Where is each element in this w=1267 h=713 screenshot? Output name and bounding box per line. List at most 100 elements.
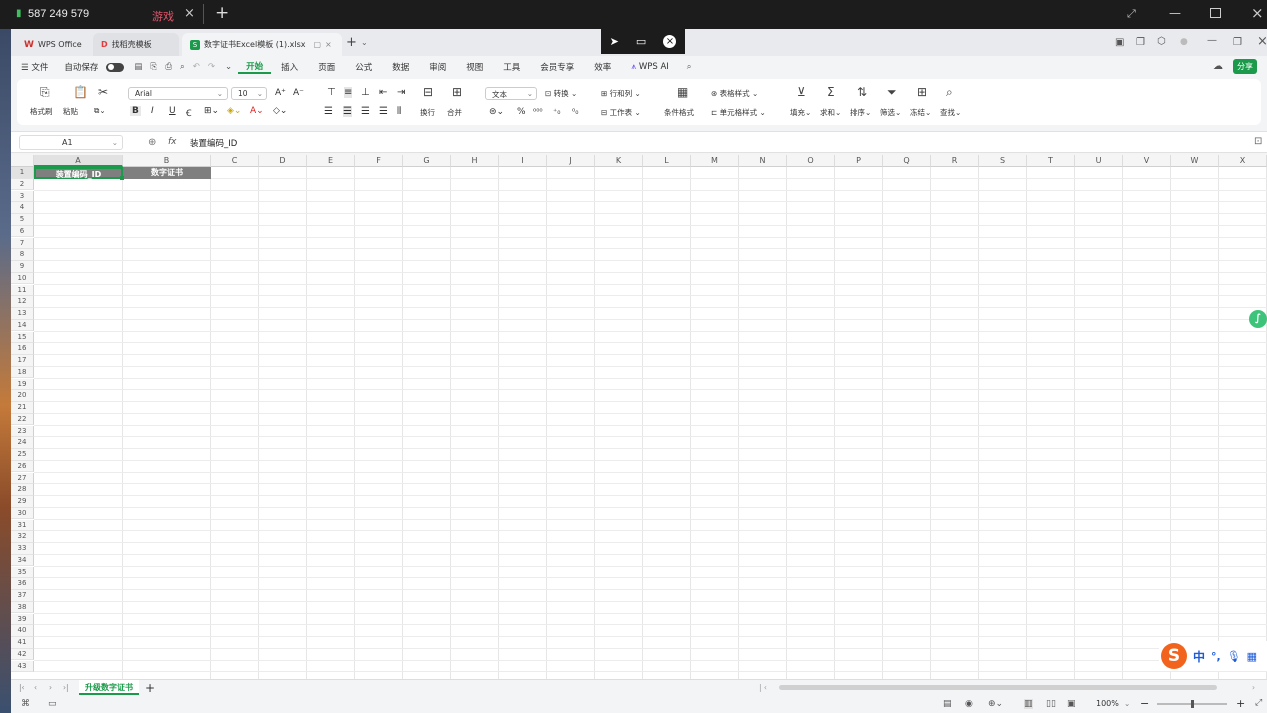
keyboard-icon[interactable]: ▦	[1247, 650, 1257, 663]
menu-start[interactable]: 开始	[238, 60, 272, 74]
italic-icon[interactable]: I	[151, 106, 154, 116]
mic-icon[interactable]: 🎙	[1227, 650, 1241, 663]
row-header[interactable]: 5	[11, 214, 34, 226]
fill-color-icon[interactable]: ◈⌄	[227, 106, 241, 116]
strikethrough-icon[interactable]: Ꞓ	[186, 106, 192, 119]
row-header[interactable]: 28	[11, 484, 34, 496]
row-header[interactable]: 4	[11, 202, 34, 214]
row-header[interactable]: 16	[11, 343, 34, 355]
column-header[interactable]: B	[123, 155, 211, 167]
fullscreen-view-icon[interactable]: ⤢	[1255, 698, 1262, 708]
page-layout-icon[interactable]: ▯▯	[1046, 699, 1056, 709]
row-header[interactable]: 9	[11, 261, 34, 273]
zoom-slider[interactable]	[1157, 700, 1227, 708]
row-header[interactable]: 13	[11, 308, 34, 320]
tab-dropdown-icon[interactable]: ⌄	[361, 38, 368, 47]
row-header[interactable]: 19	[11, 378, 34, 391]
border-icon[interactable]: ⊞⌄	[204, 106, 219, 116]
column-header[interactable]: R	[931, 155, 979, 167]
cond-format-button[interactable]: 条件格式	[664, 107, 694, 118]
row-header[interactable]: 27	[11, 472, 34, 485]
search-icon[interactable]: ⌕	[679, 62, 700, 72]
sum-icon[interactable]: Σ	[827, 86, 835, 98]
row-header[interactable]: 39	[11, 613, 34, 626]
row-header[interactable]: 35	[11, 566, 34, 579]
fullscreen-icon[interactable]: ⤢	[1127, 7, 1136, 21]
fill-button[interactable]: 填充⌄	[790, 107, 811, 118]
column-header[interactable]: P	[835, 155, 883, 167]
close-window-icon[interactable]: ×	[1251, 4, 1264, 22]
select-all-corner[interactable]	[11, 155, 34, 167]
rows-cols-button[interactable]: ⊞ 行和列 ⌄	[601, 88, 641, 99]
maximize-icon[interactable]	[1210, 8, 1221, 18]
menu-member[interactable]: 会员专享	[530, 61, 584, 73]
eye-icon[interactable]: ◉	[965, 699, 973, 709]
undo-icon[interactable]: ↶	[189, 62, 204, 72]
tab-template[interactable]: D 找稻壳模板	[93, 33, 179, 56]
row-header[interactable]: 20	[11, 390, 34, 402]
cell-style-button[interactable]: ⊏ 单元格样式 ⌄	[711, 107, 766, 118]
menu-view[interactable]: 视图	[456, 61, 493, 73]
protect-icon[interactable]: ▤	[943, 699, 952, 709]
row-header[interactable]: 17	[11, 355, 34, 367]
cell-b1[interactable]: 数字证书	[123, 167, 211, 179]
row-header[interactable]: 6	[11, 225, 34, 238]
column-header[interactable]: X	[1219, 155, 1267, 167]
macro-icon[interactable]: ⌘	[21, 699, 30, 709]
row-header[interactable]: 14	[11, 319, 34, 332]
minimize-icon[interactable]: —	[1169, 6, 1181, 20]
chevron-down-icon[interactable]: ⌄	[1124, 699, 1130, 708]
justify-icon[interactable]: ☰	[379, 106, 388, 117]
align-left-icon[interactable]: ☰	[324, 106, 333, 117]
column-header[interactable]: A	[34, 155, 123, 167]
font-color-icon[interactable]: A⌄	[250, 106, 264, 116]
fill-icon[interactable]: ⊻	[797, 86, 806, 98]
column-header[interactable]: I	[499, 155, 547, 167]
row-header[interactable]: 25	[11, 449, 34, 461]
close-circle-icon[interactable]: ×	[663, 35, 677, 48]
row-header[interactable]: 15	[11, 331, 34, 344]
spreadsheet-grid[interactable]: A B C D E F G H I J K L M N O P Q R S T U V W X 1 2 3 4 5 6 7 8 9 10 11 12 1…	[11, 155, 1267, 679]
sum-button[interactable]: 求和⌄	[820, 107, 841, 118]
name-box[interactable]: A1 ⌄	[19, 135, 123, 150]
wrap-text-icon[interactable]: ⊟	[423, 86, 433, 98]
row-header[interactable]: 34	[11, 554, 34, 567]
column-header[interactable]: E	[307, 155, 355, 167]
export-icon[interactable]: ⎘	[146, 62, 161, 72]
scroll-left-icon[interactable]: | ‹	[759, 683, 767, 692]
file-menu[interactable]: ☰ 文件	[11, 61, 56, 73]
decrease-decimal-icon[interactable]: ⁰₀	[572, 107, 578, 116]
row-header[interactable]: 12	[11, 296, 34, 308]
menu-formula[interactable]: 公式	[345, 61, 382, 73]
menu-data[interactable]: 数据	[382, 61, 419, 73]
merge-icon[interactable]: ⊞	[452, 86, 462, 98]
row-header[interactable]: 21	[11, 402, 34, 414]
merge-button[interactable]: 合并	[447, 107, 462, 118]
sort-icon[interactable]: ⇅	[857, 86, 867, 98]
column-header[interactable]: M	[691, 155, 739, 167]
add-sheet-icon[interactable]: +	[145, 681, 155, 695]
filter-icon[interactable]: ⏷	[887, 86, 897, 98]
avatar[interactable]: ●	[1180, 37, 1188, 47]
decrease-font-icon[interactable]: A⁻	[293, 88, 304, 98]
column-header[interactable]: V	[1123, 155, 1171, 167]
row-header[interactable]: 29	[11, 496, 34, 508]
redo-icon[interactable]: ↷	[204, 62, 219, 72]
underline-icon[interactable]: U	[169, 106, 176, 116]
cloud-icon[interactable]: ▢	[313, 40, 321, 49]
format-painter-button[interactable]: 格式刷	[30, 106, 53, 117]
distribute-icon[interactable]: ⫴	[397, 106, 401, 117]
new-tab-icon[interactable]: +	[346, 35, 357, 50]
column-header[interactable]: D	[259, 155, 307, 167]
row-header[interactable]: 24	[11, 437, 34, 449]
row-header[interactable]: 22	[11, 413, 34, 426]
align-bottom-icon[interactable]: ⊥	[361, 87, 370, 98]
menu-review[interactable]: 审阅	[419, 61, 456, 73]
row-header[interactable]: 32	[11, 531, 34, 543]
menu-insert[interactable]: 插入	[271, 61, 308, 73]
fill-handle[interactable]	[120, 176, 124, 180]
new-session-icon[interactable]: +	[215, 3, 229, 23]
session-tab-label[interactable]: 游戏	[152, 8, 174, 24]
wps-ai-button[interactable]: ⩚ WPS AI	[621, 62, 678, 72]
table-style-button[interactable]: ⊛ 表格样式 ⌄	[711, 88, 758, 99]
